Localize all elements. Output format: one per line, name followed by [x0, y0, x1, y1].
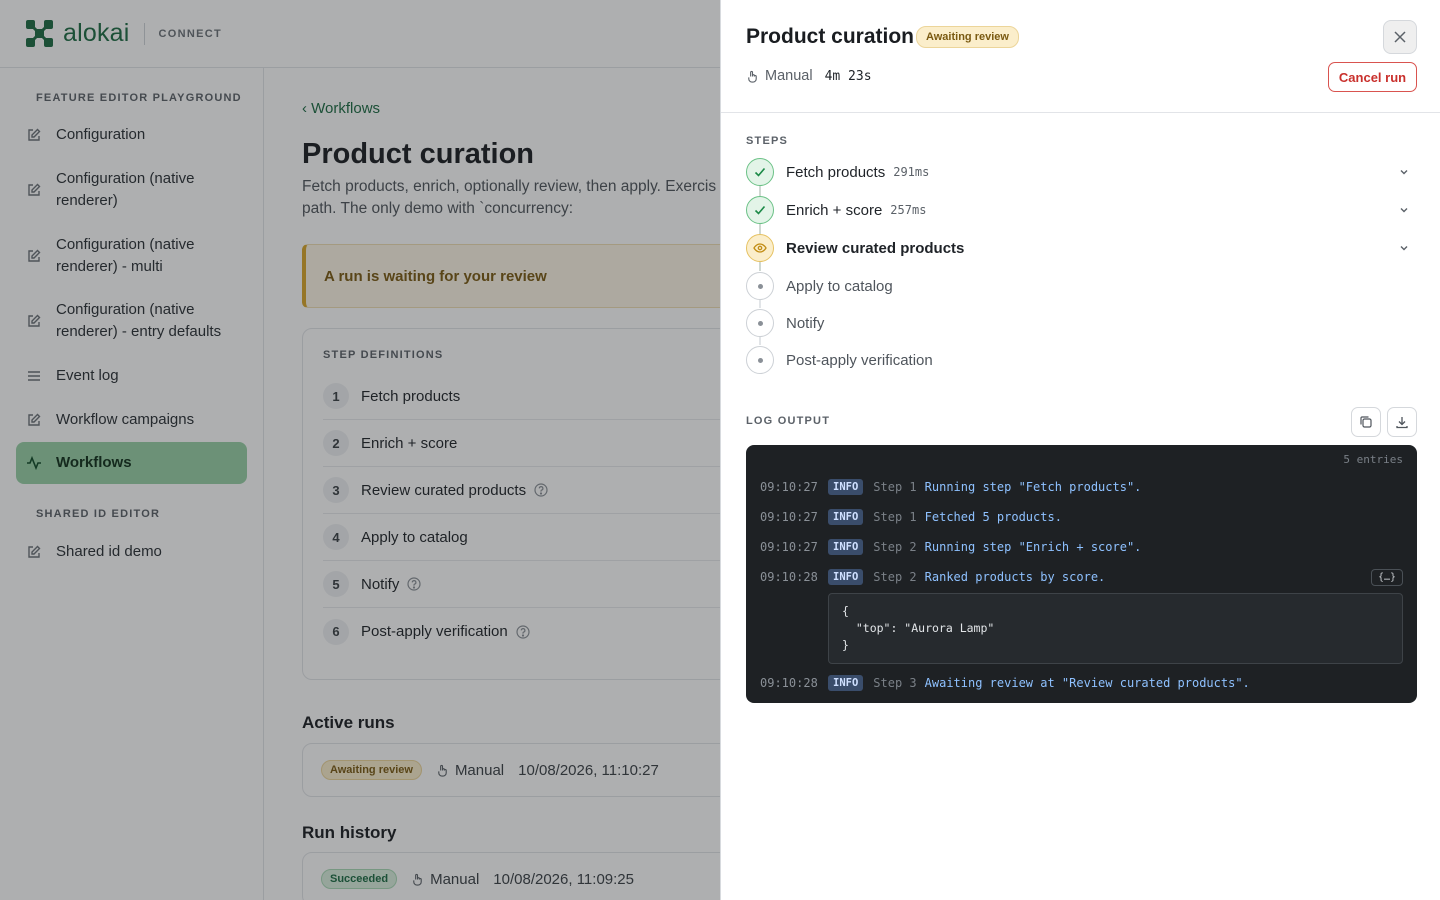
step-connector: [759, 261, 761, 271]
step-name: Post-apply verification: [786, 351, 933, 369]
chevron-down-icon[interactable]: [1397, 241, 1411, 255]
run-step-notify: Notify: [746, 309, 1417, 337]
step-duration: 257ms: [890, 203, 927, 217]
log-output-heading: LOG OUTPUT: [746, 415, 831, 427]
steps-heading: STEPS: [746, 135, 789, 147]
log-entry: 09:10:28 INFO Step 3 Awaiting review at …: [760, 674, 1250, 692]
run-duration: 4m 23s: [824, 68, 872, 84]
log-entry-count: 5 entries: [1343, 453, 1403, 466]
run-meta: Manual 4m 23s: [746, 68, 872, 84]
log-timestamp: 09:10:27: [760, 510, 818, 524]
step-connector: [759, 299, 761, 308]
hand-pointer-icon: [748, 70, 757, 83]
drawer-title: Product curation: [746, 25, 915, 48]
run-step-fetch-products[interactable]: Fetch products 291ms: [746, 158, 1417, 186]
cancel-run-button[interactable]: Cancel run: [1328, 62, 1417, 92]
log-timestamp: 09:10:28: [760, 570, 818, 584]
download-log-button[interactable]: [1387, 407, 1417, 437]
log-message: Awaiting review at "Review curated produ…: [924, 676, 1250, 690]
log-message: Running step "Enrich + score".: [924, 540, 1142, 554]
step-name: Notify: [786, 314, 825, 332]
log-level-badge: INFO: [828, 569, 864, 585]
log-entry: 09:10:27 INFO Step 1 Fetched 5 products.: [760, 508, 1062, 526]
pending-dot-icon: [746, 272, 774, 300]
run-step-enrich-score[interactable]: Enrich + score 257ms: [746, 196, 1417, 224]
copy-log-button[interactable]: [1351, 407, 1381, 437]
step-duration: 291ms: [893, 165, 930, 179]
run-trigger: Manual: [765, 68, 813, 84]
log-json-payload: { "top": "Aurora Lamp" }: [828, 593, 1403, 664]
eye-icon: [746, 234, 774, 262]
check-icon: [746, 158, 774, 186]
step-name: Enrich + score: [786, 201, 883, 219]
close-button[interactable]: [1383, 20, 1417, 54]
run-detail-drawer: Product curation Awaiting review Manual …: [720, 0, 1440, 900]
log-level-badge: INFO: [828, 675, 864, 691]
chevron-down-icon[interactable]: [1397, 203, 1411, 217]
log-level-badge: INFO: [828, 509, 864, 525]
check-icon: [746, 196, 774, 224]
log-level-badge: INFO: [828, 479, 864, 495]
log-entry: 09:10:27 INFO Step 2 Running step "Enric…: [760, 538, 1141, 556]
step-name: Review curated products: [786, 239, 965, 257]
run-step-review-curated[interactable]: Review curated products: [746, 234, 1417, 262]
pending-dot-icon: [746, 346, 774, 374]
chevron-down-icon[interactable]: [1397, 165, 1411, 179]
log-output-panel[interactable]: 5 entries 09:10:27 INFO Step 1 Running s…: [746, 445, 1417, 703]
log-timestamp: 09:10:27: [760, 480, 818, 494]
log-entry: 09:10:27 INFO Step 1 Running step "Fetch…: [760, 478, 1141, 496]
step-name: Apply to catalog: [786, 277, 893, 295]
pending-dot-icon: [746, 309, 774, 337]
status-badge: Awaiting review: [916, 26, 1019, 48]
log-message: Ranked products by score.: [924, 570, 1106, 584]
run-step-apply-catalog: Apply to catalog: [746, 272, 1417, 300]
log-step: Step 1: [873, 510, 917, 524]
log-entry: 09:10:28 INFO Step 2 Ranked products by …: [760, 568, 1105, 586]
log-level-badge: INFO: [828, 539, 864, 555]
run-step-post-apply: Post-apply verification: [746, 346, 1417, 374]
log-message: Fetched 5 products.: [924, 510, 1062, 524]
log-step: Step 2: [873, 570, 917, 584]
toggle-json-button[interactable]: {…}: [1371, 569, 1403, 586]
log-step: Step 2: [873, 540, 917, 554]
log-message: Running step "Fetch products".: [924, 480, 1142, 494]
close-icon: [1394, 31, 1406, 43]
log-timestamp: 09:10:28: [760, 676, 818, 690]
copy-icon: [1360, 416, 1372, 428]
step-name: Fetch products: [786, 163, 886, 181]
drawer-header: Product curation Awaiting review Manual …: [721, 0, 1440, 113]
log-step: Step 3: [873, 676, 917, 690]
step-connector: [759, 336, 761, 345]
download-icon: [1396, 417, 1408, 429]
log-timestamp: 09:10:27: [760, 540, 818, 554]
log-step: Step 1: [873, 480, 917, 494]
